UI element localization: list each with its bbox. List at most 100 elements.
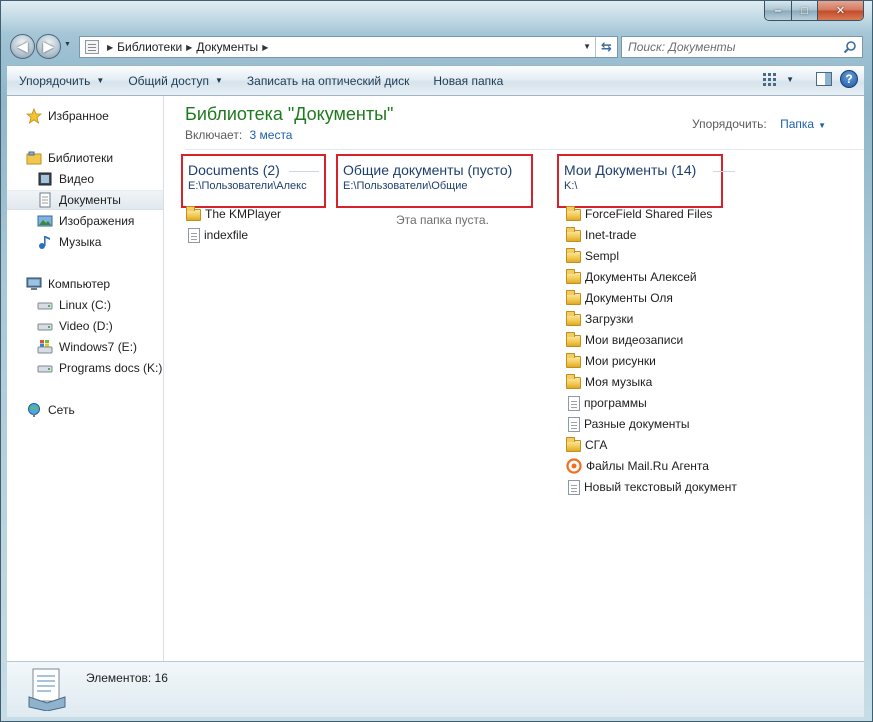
back-button[interactable]: ◀: [10, 34, 35, 59]
list-item[interactable]: Моя музыка: [566, 372, 652, 392]
document-icon: [568, 395, 580, 411]
search-input[interactable]: [628, 40, 838, 54]
item-count: Элементов: 16: [86, 671, 168, 685]
chevron-down-icon: ▼: [96, 76, 105, 85]
caption-buttons: ‒ □ ✕: [764, 1, 864, 21]
library-title: Библиотека "Документы": [185, 104, 394, 124]
folder-icon: [566, 311, 581, 326]
item-label: Моя музыка: [585, 375, 653, 389]
list-item[interactable]: ForceField Shared Files: [566, 204, 712, 224]
sidebar-item-drive-e[interactable]: Windows7 (E:): [7, 337, 163, 357]
content-area: Избранное Библиотеки Видео Документы Изо…: [7, 96, 864, 661]
sidebar-item-drive-d[interactable]: Video (D:): [7, 316, 163, 336]
views-icon[interactable]: [762, 72, 778, 86]
folder-icon: [566, 332, 581, 347]
item-label: программы: [584, 396, 647, 410]
list-item[interactable]: Разные документы: [566, 414, 690, 434]
mailru-icon: [566, 458, 582, 474]
item-label: Мои рисунки: [585, 354, 656, 368]
sidebar-item-documents[interactable]: Документы: [7, 190, 163, 210]
list-item[interactable]: программы: [566, 393, 647, 413]
list-item[interactable]: Загрузки: [566, 309, 633, 329]
group-header[interactable]: Общие документы (пусто) E:\Пользователи\…: [336, 154, 533, 208]
list-item[interactable]: Мои рисунки: [566, 351, 656, 371]
document-icon: [568, 416, 580, 432]
item-label: Мои видеозаписи: [585, 333, 684, 347]
group-header[interactable]: Documents (2) E:\Пользователи\Алекс: [181, 154, 326, 208]
sidebar-item-favorites[interactable]: Избранное: [7, 106, 163, 126]
document-icon: [568, 479, 580, 495]
forward-button[interactable]: ▶: [36, 34, 61, 59]
item-label: СГА: [585, 438, 608, 452]
recent-pages-dropdown[interactable]: ▼: [64, 41, 71, 48]
minimize-button[interactable]: ‒: [765, 1, 792, 20]
organize-button[interactable]: Упорядочить ▼: [7, 70, 116, 92]
group-header[interactable]: Мои Документы (14) K:\: [557, 154, 723, 208]
list-item[interactable]: Документы Оля: [566, 288, 673, 308]
folder-icon: [566, 269, 581, 284]
chevron-right-icon[interactable]: ▶: [186, 43, 192, 52]
group-separator: [713, 171, 735, 172]
list-item[interactable]: The KMPlayer: [186, 204, 281, 224]
search-box[interactable]: [621, 36, 863, 58]
images-icon: [37, 215, 53, 227]
burn-disc-button[interactable]: Записать на оптический диск: [235, 70, 422, 92]
item-label: ForceField Shared Files: [585, 207, 713, 221]
folder-icon: [566, 206, 581, 221]
library-view: Библиотека "Документы" Включает: 3 места…: [165, 96, 864, 661]
arrange-by-dropdown[interactable]: Папка ▼: [780, 117, 826, 131]
new-folder-button[interactable]: Новая папка: [421, 70, 515, 92]
details-pane: Элементов: 16: [7, 661, 864, 717]
folder-icon: [566, 437, 581, 452]
group-name: Общие документы (пусто): [343, 162, 513, 178]
item-label: Новый текстовый документ: [584, 480, 737, 494]
chevron-right-icon[interactable]: ▶: [107, 43, 113, 52]
breadcrumb-documents[interactable]: Документы: [196, 40, 258, 54]
forward-arrow-icon: ▶: [43, 38, 54, 54]
libraries-icon: [26, 151, 42, 165]
documents-icon: [39, 192, 51, 208]
group-path: E:\Пользователи\Общие: [343, 180, 468, 192]
address-dropdown[interactable]: ▼: [583, 42, 591, 51]
sidebar-item-video[interactable]: Видео: [7, 169, 163, 189]
list-item[interactable]: Sempl: [566, 246, 619, 266]
preview-pane-icon[interactable]: [816, 72, 832, 86]
sidebar-item-drive-c[interactable]: Linux (C:): [7, 295, 163, 315]
library-locations-link[interactable]: 3 места: [250, 128, 293, 142]
sidebar-item-libraries[interactable]: Библиотеки: [7, 148, 163, 168]
arrange-by: Упорядочить: Папка ▼: [692, 117, 826, 131]
chevron-right-icon[interactable]: ▶: [262, 43, 268, 52]
search-icon[interactable]: [843, 40, 857, 54]
list-item[interactable]: СГА: [566, 435, 607, 455]
sidebar-item-network[interactable]: Сеть: [7, 400, 163, 420]
sidebar-item-images[interactable]: Изображения: [7, 211, 163, 231]
sidebar-item-computer[interactable]: Компьютер: [7, 274, 163, 294]
help-icon[interactable]: ?: [840, 70, 858, 88]
folder-icon: [566, 353, 581, 368]
share-button[interactable]: Общий доступ ▼: [116, 70, 235, 92]
list-item[interactable]: Документы Алексей: [566, 267, 697, 287]
close-button[interactable]: ✕: [818, 1, 863, 20]
item-label: Документы Оля: [585, 291, 673, 305]
list-item[interactable]: indexfile: [186, 225, 248, 245]
back-arrow-icon: ◀: [17, 38, 28, 54]
item-label: Sempl: [585, 249, 620, 263]
sidebar-item-music[interactable]: Музыка: [7, 232, 163, 252]
maximize-button[interactable]: □: [792, 1, 818, 20]
list-item[interactable]: Inet-trade: [566, 225, 636, 245]
list-item[interactable]: Мои видеозаписи: [566, 330, 683, 350]
list-item[interactable]: Новый текстовый документ: [566, 477, 737, 497]
item-label: Разные документы: [584, 417, 690, 431]
drive-icon: [37, 365, 53, 373]
item-label: Файлы Mail.Ru Агента: [586, 459, 709, 473]
list-item[interactable]: Файлы Mail.Ru Агента: [566, 456, 709, 476]
navigation-bar: ◀ ▶ ▼ ▶ Библиотеки ▶ Документы ▶ ▼ ⇆: [7, 32, 869, 62]
breadcrumb-libraries[interactable]: Библиотеки: [117, 40, 182, 54]
explorer-window: ‒ □ ✕ ◀ ▶ ▼ ▶ Библиотеки ▶ Документы ▶ ▼…: [0, 0, 873, 722]
views-dropdown-icon[interactable]: ▼: [786, 75, 794, 84]
folder-icon: [186, 206, 201, 221]
item-label: Документы Алексей: [585, 270, 697, 284]
address-bar[interactable]: ▶ Библиотеки ▶ Документы ▶ ▼ ⇆: [79, 36, 618, 58]
sidebar-item-drive-k[interactable]: Programs docs (K:): [7, 358, 163, 378]
refresh-icon[interactable]: ⇆: [595, 37, 617, 57]
